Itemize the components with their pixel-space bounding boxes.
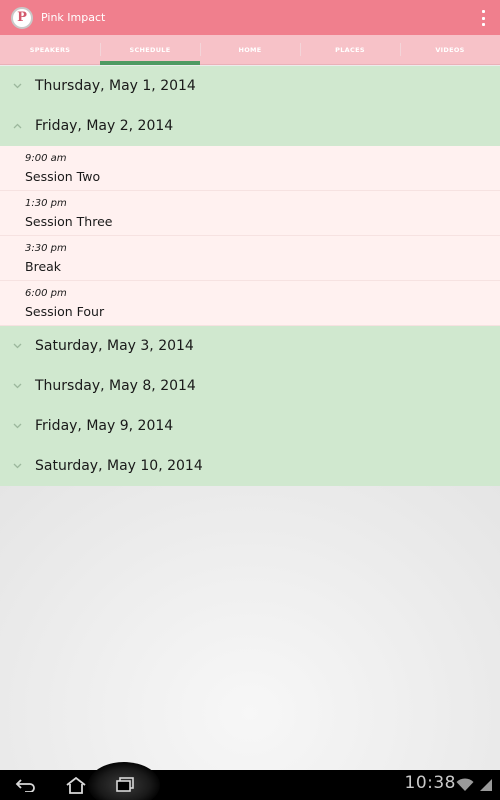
chevron-down-icon xyxy=(0,83,35,89)
back-icon[interactable] xyxy=(14,775,38,795)
tab-schedule[interactable]: SCHEDULE xyxy=(100,35,200,65)
session-time: 1:30 pm xyxy=(25,197,67,209)
session-row[interactable]: 3:30 pm Break xyxy=(0,236,500,281)
tab-home[interactable]: HOME xyxy=(200,35,300,64)
day-label: Friday, May 9, 2014 xyxy=(35,418,174,434)
day-header[interactable]: Friday, May 2, 2014 xyxy=(0,106,500,146)
action-bar: P Pink Impact xyxy=(0,0,500,35)
app-logo-letter: P xyxy=(17,10,27,25)
session-row[interactable]: 9:00 am Session Two xyxy=(0,146,500,191)
day-label: Saturday, May 3, 2014 xyxy=(35,338,194,354)
day-header[interactable]: Thursday, May 8, 2014 xyxy=(0,366,500,406)
chevron-down-icon xyxy=(0,423,35,429)
overflow-dot-icon xyxy=(481,16,485,20)
chevron-down-icon xyxy=(0,463,35,469)
home-icon[interactable] xyxy=(64,775,88,795)
day-header[interactable]: Thursday, May 1, 2014 xyxy=(0,66,500,106)
session-name: Break xyxy=(25,258,62,274)
app-title: Pink Impact xyxy=(41,11,106,24)
chevron-down-icon xyxy=(0,383,35,389)
tab-speakers[interactable]: SPEAKERS xyxy=(0,35,100,64)
tab-bar: SPEAKERS SCHEDULE HOME PLACES VIDEOS xyxy=(0,35,500,65)
session-time: 9:00 am xyxy=(25,152,67,164)
day-label: Saturday, May 10, 2014 xyxy=(35,458,203,474)
day-label: Thursday, May 8, 2014 xyxy=(35,378,196,394)
session-name: Session Three xyxy=(25,213,113,229)
session-name: Session Two xyxy=(25,168,101,184)
day-header[interactable]: Saturday, May 10, 2014 xyxy=(0,446,500,486)
tab-places[interactable]: PLACES xyxy=(300,35,400,64)
day-label: Thursday, May 1, 2014 xyxy=(35,78,196,94)
session-name: Session Four xyxy=(25,303,105,319)
day-header[interactable]: Friday, May 9, 2014 xyxy=(0,406,500,446)
session-time: 6:00 pm xyxy=(25,287,67,299)
recent-apps-icon[interactable] xyxy=(113,775,137,795)
system-nav-bar: 10:38 xyxy=(0,762,500,800)
day-header[interactable]: Saturday, May 3, 2014 xyxy=(0,326,500,366)
session-row[interactable]: 6:00 pm Session Four xyxy=(0,281,500,326)
overflow-menu-button[interactable] xyxy=(480,10,486,26)
day-label: Friday, May 2, 2014 xyxy=(35,118,174,134)
session-time: 3:30 pm xyxy=(25,242,67,254)
overflow-dot-icon xyxy=(481,23,485,26)
overflow-dot-icon xyxy=(481,10,485,13)
wifi-icon xyxy=(455,775,475,795)
chevron-down-icon xyxy=(0,343,35,349)
signal-icon xyxy=(476,775,496,795)
empty-content-area xyxy=(0,486,500,770)
app-logo-icon[interactable]: P xyxy=(11,6,33,29)
session-row[interactable]: 1:30 pm Session Three xyxy=(0,191,500,236)
schedule-list: Thursday, May 1, 2014 Friday, May 2, 201… xyxy=(0,66,500,486)
clock: 10:38 xyxy=(404,773,456,793)
chevron-up-icon xyxy=(0,123,35,129)
tab-videos[interactable]: VIDEOS xyxy=(400,35,500,64)
